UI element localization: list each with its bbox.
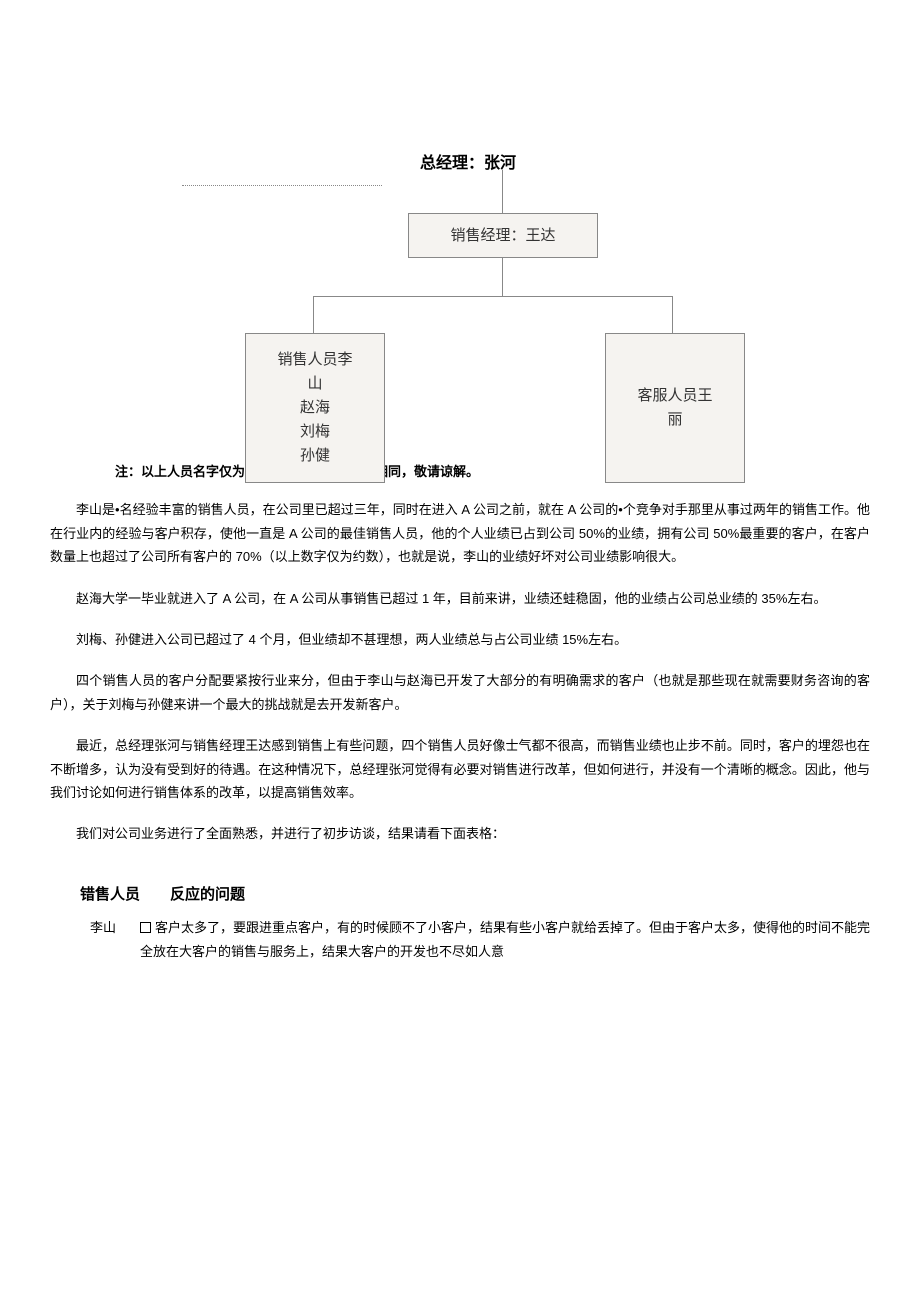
- body-paragraph: 刘梅、孙健进入公司已超过了 4 个月，但业绩却不甚理想，两人业绩总与占公司业绩 …: [50, 628, 870, 651]
- org-line: [502, 170, 503, 213]
- org-box-sales-staff: 销售人员李 山 赵海 刘梅 孙健: [245, 333, 385, 483]
- org-line: [672, 296, 673, 333]
- org-box-service-header: 客服人员王: [637, 384, 712, 408]
- org-box-name: 丽: [667, 408, 682, 432]
- table-row-person: 李山: [90, 916, 140, 965]
- org-box-name: 赵海: [300, 396, 330, 420]
- table-header-problem: 反应的问题: [170, 881, 870, 908]
- table-header-row: 错售人员 反应的问题: [50, 881, 870, 908]
- org-box-name: 山: [307, 372, 322, 396]
- table-row: 李山 客户太多了，要跟进重点客户，有的时候顾不了小客户，结果有些小客户就给丢掉了…: [50, 916, 870, 965]
- org-box-name: 孙健: [300, 444, 330, 468]
- table-row-text: 客户太多了，要跟进重点客户，有的时候顾不了小客户，结果有些小客户就给丢掉了。但由…: [140, 920, 870, 960]
- org-line: [313, 296, 673, 297]
- table-header-person: 错售人员: [80, 881, 170, 908]
- org-box-sales-manager: 销售经理：王达: [408, 213, 598, 258]
- org-line: [313, 296, 314, 333]
- org-line: [502, 258, 503, 296]
- org-box-service-staff: 客服人员王 丽: [605, 333, 745, 483]
- body-paragraph: 我们对公司业务进行了全面熟悉，并进行了初步访谈，结果请看下面表格：: [50, 822, 870, 845]
- checkbox-icon: [140, 922, 151, 933]
- org-box-label: 销售经理：王达: [450, 222, 555, 249]
- problems-table: 错售人员 反应的问题 李山 客户太多了，要跟进重点客户，有的时候顾不了小客户，结…: [50, 881, 870, 965]
- org-line-dotted: [182, 185, 382, 186]
- table-row-content: 客户太多了，要跟进重点客户，有的时候顾不了小客户，结果有些小客户就给丢掉了。但由…: [140, 916, 870, 965]
- body-paragraph: 最近，总经理张河与销售经理王达感到销售上有些问题，四个销售人员好像士气都不很高，…: [50, 734, 870, 804]
- body-paragraph: 赵海大学一毕业就进入了 A 公司，在 A 公司从事销售已超过 1 年，目前来讲，…: [50, 587, 870, 610]
- org-box-sales-header: 销售人员李: [277, 348, 352, 372]
- org-chart: 总经理：张河 销售经理：王达 销售人员李 山 赵海 刘梅 孙健 客服人员王 丽: [50, 40, 870, 440]
- body-paragraph: 李山是•名经验丰富的销售人员，在公司里已超过三年，同时在进入 A 公司之前，就在…: [50, 498, 870, 568]
- org-box-name: 刘梅: [300, 420, 330, 444]
- body-paragraph: 四个销售人员的客户分配要紧按行业来分，但由于李山与赵海已开发了大部分的有明确需求…: [50, 669, 870, 716]
